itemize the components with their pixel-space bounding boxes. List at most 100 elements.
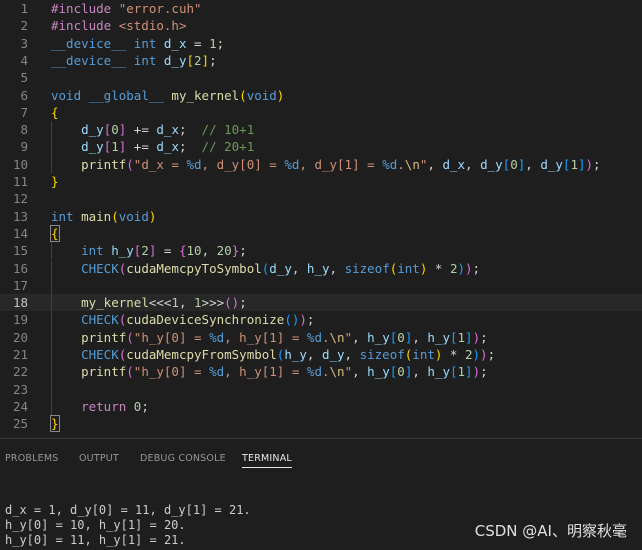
- code-text: CHECK(cudaMemcpyFromSymbol(h_y, d_y, siz…: [51, 346, 495, 363]
- code-line[interactable]: 23: [0, 380, 642, 398]
- code-token: sizeof: [344, 260, 390, 276]
- code-token: (: [126, 329, 134, 345]
- code-line[interactable]: 15 int h_y[2] = {10, 20};: [0, 242, 642, 260]
- code-line[interactable]: 3 __device__ int d_x = 1;: [0, 35, 642, 52]
- code-line[interactable]: 20 printf("h_y[0] = %d, h_y[1] = %d.\n",…: [0, 328, 642, 346]
- code-text: int h_y[2] = {10, 20};: [51, 242, 247, 259]
- indent-guide: [51, 311, 52, 329]
- code-token: [: [449, 329, 458, 345]
- code-line[interactable]: 14 {: [0, 224, 642, 242]
- indent-guide: [51, 328, 52, 346]
- code-token: %d: [382, 156, 398, 172]
- code-token: (: [126, 156, 134, 172]
- code-line[interactable]: 12: [0, 190, 642, 207]
- code-token: *: [427, 260, 450, 276]
- code-line[interactable]: 19 CHECK(cudaDeviceSynchronize());: [0, 311, 642, 329]
- code-line[interactable]: 10 printf("d_x = %d, d_y[0] = %d, d_y[1]…: [0, 155, 642, 173]
- code-token: ): [585, 156, 594, 172]
- indent-guide: [51, 346, 52, 364]
- code-token: (): [224, 295, 240, 311]
- code-line[interactable]: 11}: [0, 173, 642, 190]
- line-number: 20: [12, 329, 28, 345]
- code-line[interactable]: 9 d_y[1] += d_x; // 20+1: [0, 138, 642, 156]
- code-token: sizeof: [359, 347, 405, 362]
- code-token: ;: [239, 295, 247, 311]
- code-text: my_kernel<<<1, 1>>>();: [51, 294, 247, 311]
- code-token: ): [472, 329, 481, 345]
- code-line[interactable]: 8 d_y[0] += d_x; // 10+1: [0, 121, 642, 139]
- code-token: 0: [397, 329, 405, 345]
- code-line[interactable]: 7{: [0, 104, 642, 121]
- terminal-line: d_x = 1, d_y[0] = 11, d_y[1] = 21.: [5, 503, 251, 517]
- code-text: void __global__ my_kernel(void): [51, 87, 284, 104]
- code-editor[interactable]: 1 #include "error.cuh" 2 #include <stdio.h>…: [0, 0, 642, 438]
- code-token: .: [397, 156, 405, 172]
- code-line[interactable]: 2 #include <stdio.h>: [0, 17, 642, 34]
- code-token: int: [126, 35, 164, 51]
- line-number: 12: [12, 191, 28, 207]
- code-line[interactable]: 5: [0, 69, 642, 86]
- tab-output[interactable]: OUTPUT: [79, 453, 119, 464]
- code-line[interactable]: 4 __device__ int d_y[2];: [0, 52, 642, 69]
- code-text: }: [51, 173, 59, 190]
- code-token: cudaDeviceSynchronize: [126, 312, 285, 328]
- code-token: }: [51, 174, 59, 189]
- code-line[interactable]: 6 void __global__ my_kernel(void): [0, 87, 642, 104]
- code-token: my_kernel: [171, 87, 240, 103]
- code-token: %d: [186, 156, 202, 172]
- code-token: ): [472, 347, 481, 362]
- code-text: return 0;: [51, 398, 149, 415]
- code-token: #include: [51, 18, 119, 34]
- code-line[interactable]: 13 int main(void): [0, 208, 642, 225]
- line-number: 4: [20, 52, 28, 68]
- code-token: .: [321, 329, 330, 345]
- code-token: 1: [194, 295, 202, 311]
- code-line[interactable]: 17: [0, 276, 642, 295]
- tab-problems[interactable]: PROBLEMS: [5, 453, 58, 464]
- code-token: h_y: [427, 364, 450, 380]
- code-line[interactable]: 22 printf("h_y[0] = %d, h_y[1] = %d.\n",…: [0, 363, 642, 381]
- code-token: +=: [126, 139, 157, 155]
- code-token: ,: [329, 260, 345, 276]
- code-line[interactable]: 16 CHECK(cudaMemcpyToSymbol(d_y, h_y, si…: [0, 259, 642, 277]
- code-token: cudaMemcpyFromSymbol: [126, 347, 277, 362]
- code-text: }: [50, 415, 60, 433]
- tab-terminal[interactable]: TERMINAL: [242, 453, 292, 468]
- code-token: ,: [412, 329, 428, 345]
- code-text: int main(void): [51, 208, 156, 225]
- line-number: 7: [20, 104, 28, 120]
- code-token: cudaMemcpyToSymbol: [126, 260, 262, 276]
- code-token: return: [81, 398, 127, 414]
- code-line[interactable]: 24 return 0;: [0, 397, 642, 416]
- line-number: 24: [12, 398, 28, 414]
- code-token: <<<: [148, 295, 172, 311]
- code-token: int: [126, 52, 164, 68]
- code-token: int: [51, 208, 74, 224]
- code-token: ;: [487, 347, 496, 362]
- code-line[interactable]: 1 #include "error.cuh": [0, 0, 642, 17]
- code-token: {: [51, 104, 59, 120]
- code-token: d_y: [81, 139, 104, 155]
- indent-guide: [51, 294, 52, 312]
- code-token: ): [457, 260, 465, 276]
- code-line[interactable]: 21 CHECK(cudaMemcpyFromSymbol(h_y, d_y, …: [0, 346, 642, 364]
- code-token: ,: [291, 260, 307, 276]
- line-number: 15: [12, 243, 28, 259]
- code-line[interactable]: 25}: [0, 415, 642, 433]
- code-token: h_y: [111, 243, 134, 259]
- code-line[interactable]: 18 my_kernel<<<1, 1>>>();: [0, 294, 642, 312]
- code-token: // 10+1: [201, 122, 255, 138]
- code-token: , h_y[1] =: [224, 329, 307, 345]
- line-number: 13: [12, 208, 28, 224]
- line-number: 11: [12, 174, 28, 189]
- code-token: ,: [306, 347, 322, 362]
- code-token: \n: [404, 156, 420, 172]
- code-token: , d_y[1] =: [299, 156, 383, 172]
- tab-debug-console[interactable]: DEBUG CONSOLE: [140, 453, 226, 464]
